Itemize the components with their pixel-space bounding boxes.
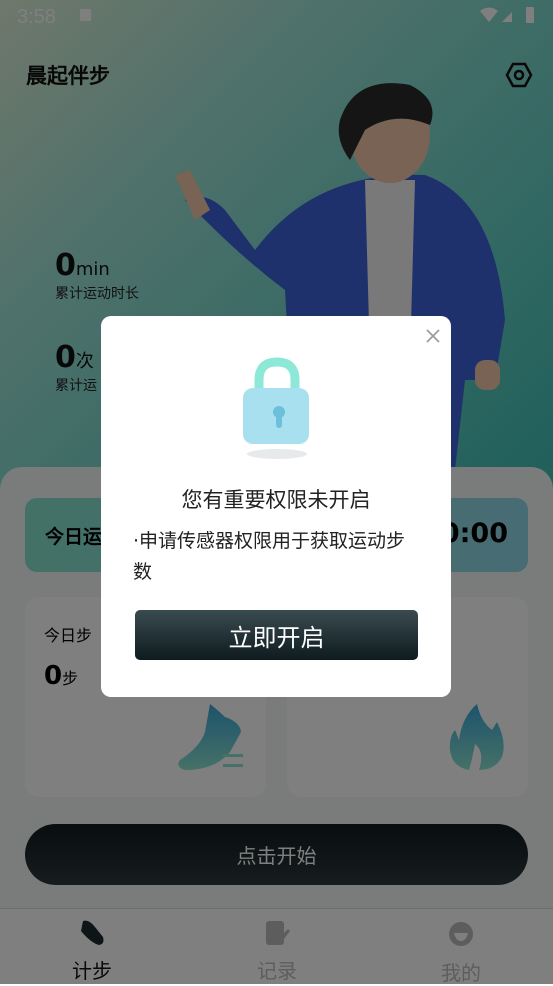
close-icon[interactable] [425, 328, 441, 344]
enable-now-button[interactable]: 立即开启 [135, 610, 418, 660]
dialog-body: ·申请传感器权限用于获取运动步数 [133, 530, 406, 583]
dialog-title: 您有重要权限未开启 [181, 488, 371, 512]
permission-dialog: 您有重要权限未开启 ·申请传感器权限用于获取运动步数 立即开启 [101, 316, 451, 697]
lock-icon [243, 357, 309, 459]
